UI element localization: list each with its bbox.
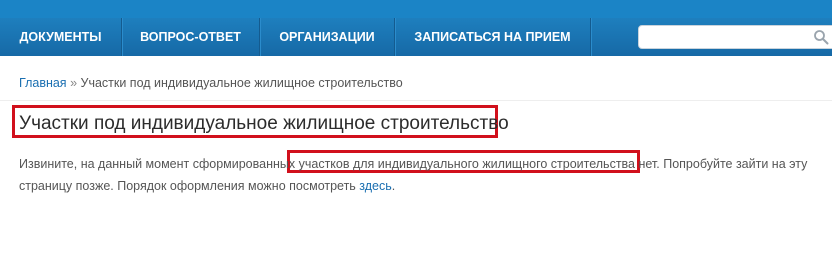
breadcrumb-separator: » — [70, 76, 78, 90]
message-highlighted-text: участков для индивидуального жилищного с… — [298, 157, 657, 171]
message-text-start: Извините, на данный момент сформированны… — [19, 157, 299, 171]
top-strip — [0, 0, 832, 18]
divider — [0, 100, 832, 101]
nav-item-appointment[interactable]: ЗАПИСАТЬСЯ НА ПРИЕМ — [395, 18, 591, 56]
notice-message: Извините, на данный момент сформированны… — [19, 153, 819, 197]
message-text-end: . — [391, 179, 396, 193]
search-box — [638, 25, 832, 49]
nav-item-faq[interactable]: ВОПРОС-ОТВЕТ — [122, 18, 260, 56]
breadcrumb: Главная » Участки под индивидуальное жил… — [19, 76, 403, 90]
nav-item-documents[interactable]: ДОКУМЕНТЫ — [0, 18, 122, 56]
here-link[interactable]: здесь — [359, 179, 391, 193]
breadcrumb-current: Участки под индивидуальное жилищное стро… — [80, 76, 403, 90]
nav-item-organizations[interactable]: ОРГАНИЗАЦИИ — [260, 18, 395, 56]
search-input[interactable] — [645, 28, 805, 46]
page-title: Участки под индивидуальное жилищное стро… — [19, 113, 509, 134]
search-icon[interactable] — [813, 29, 829, 45]
breadcrumb-home-link[interactable]: Главная — [19, 76, 67, 90]
